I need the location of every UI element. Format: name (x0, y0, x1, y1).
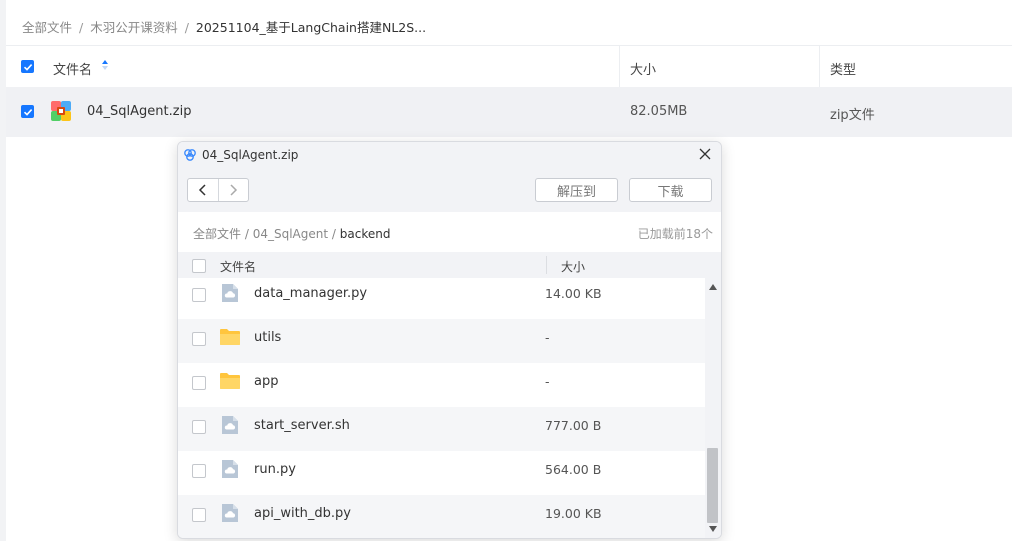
list-item[interactable]: app - (178, 363, 705, 407)
column-header-size[interactable]: 大小 (630, 59, 656, 78)
dialog-file-list: data_manager.py 14.00 KB utils - app - s… (178, 278, 705, 538)
item-name[interactable]: run.py (254, 462, 296, 477)
zip-icon (51, 101, 71, 121)
loaded-count: 已加载前18个 (637, 227, 713, 241)
item-name[interactable]: app (254, 374, 278, 389)
dialog-list-header: 文件名 大小 (178, 252, 721, 278)
folder-icon (220, 329, 240, 345)
check-icon (23, 63, 32, 71)
breadcrumb: 全部文件 / 木羽公开课资料 / 20251104_基于LangChain搭建N… (22, 17, 426, 36)
path-item-all-files[interactable]: 全部文件 (193, 227, 241, 241)
column-header-name[interactable]: 文件名 (53, 59, 92, 78)
item-size: 564.00 B (545, 462, 602, 477)
list-item[interactable]: run.py 564.00 B (178, 451, 705, 495)
select-all-checkbox[interactable] (21, 60, 34, 73)
file-icon (222, 460, 238, 478)
item-checkbox[interactable] (192, 464, 206, 478)
item-name[interactable]: start_server.sh (254, 418, 350, 433)
file-icon (222, 284, 238, 302)
list-item[interactable]: start_server.sh 777.00 B (178, 407, 705, 451)
path-current: backend (339, 227, 391, 241)
path-item-sqlagent[interactable]: 04_SqlAgent (253, 227, 328, 241)
item-size: 14.00 KB (545, 286, 602, 301)
item-checkbox[interactable] (192, 288, 206, 302)
breadcrumb-current: 20251104_基于LangChain搭建NL2S... (195, 20, 427, 35)
breadcrumb-separator: / (79, 20, 84, 35)
column-header-type[interactable]: 类型 (830, 59, 856, 78)
cloud-app-icon (184, 149, 196, 161)
download-button[interactable]: 下载 (629, 178, 712, 202)
dialog-title: 04_SqlAgent.zip (202, 148, 299, 162)
table-row[interactable]: 04_SqlAgent.zip 82.05MB zip文件 (6, 87, 1012, 137)
forward-button[interactable] (217, 179, 249, 201)
column-divider[interactable] (819, 46, 820, 87)
dialog-column-size[interactable]: 大小 (561, 258, 585, 275)
scroll-down-arrow-icon[interactable] (709, 526, 717, 532)
item-size: - (545, 330, 550, 345)
dialog-column-name[interactable]: 文件名 (220, 258, 256, 275)
item-size: - (545, 374, 550, 389)
dialog-select-all-checkbox[interactable] (192, 259, 206, 273)
list-item[interactable]: data_manager.py 14.00 KB (178, 278, 705, 319)
close-icon[interactable] (697, 146, 713, 162)
chevron-right-icon (230, 184, 238, 196)
file-type: zip文件 (830, 108, 875, 123)
check-icon (23, 108, 32, 116)
dialog-scrollbar[interactable] (705, 278, 721, 538)
item-checkbox[interactable] (192, 332, 206, 346)
breadcrumb-separator: / (184, 20, 189, 35)
column-divider[interactable] (546, 256, 547, 274)
file-icon (222, 416, 238, 434)
column-divider[interactable] (619, 46, 620, 87)
nav-button-group (187, 178, 249, 202)
file-size: 82.05MB (630, 104, 688, 119)
item-checkbox[interactable] (192, 508, 206, 522)
extract-to-button[interactable]: 解压到 (535, 178, 618, 202)
path-separator: / (331, 227, 336, 241)
dialog-path-bar: 全部文件 / 04_SqlAgent / backend 已加载前18个 (178, 212, 721, 252)
file-icon (222, 504, 238, 522)
item-name[interactable]: data_manager.py (254, 286, 367, 301)
breadcrumb-item-all-files[interactable]: 全部文件 (22, 20, 72, 35)
dialog-toolbar: 解压到 下载 (178, 168, 721, 212)
item-checkbox[interactable] (192, 376, 206, 390)
sort-icon[interactable] (101, 58, 109, 72)
item-size: 19.00 KB (545, 506, 602, 521)
chevron-left-icon (198, 184, 206, 196)
scroll-up-arrow-icon[interactable] (709, 284, 717, 290)
file-table-header: 文件名 大小 类型 (6, 45, 1012, 88)
scrollbar-thumb[interactable] (707, 448, 718, 523)
zip-preview-dialog: 04_SqlAgent.zip 解压到 下载 全部文件 / 04_SqlAgen… (177, 141, 722, 539)
list-item[interactable]: utils - (178, 319, 705, 363)
row-checkbox[interactable] (21, 105, 34, 118)
item-size: 777.00 B (545, 418, 602, 433)
breadcrumb-item-course-materials[interactable]: 木羽公开课资料 (90, 20, 178, 35)
back-button[interactable] (188, 179, 218, 201)
list-item[interactable]: api_with_db.py 19.00 KB (178, 495, 705, 538)
item-checkbox[interactable] (192, 420, 206, 434)
dialog-titlebar[interactable]: 04_SqlAgent.zip (178, 142, 721, 168)
path-separator: / (244, 227, 249, 241)
item-name[interactable]: utils (254, 330, 281, 345)
dialog-breadcrumb: 全部文件 / 04_SqlAgent / backend (193, 225, 390, 242)
folder-icon (220, 373, 240, 389)
item-name[interactable]: api_with_db.py (254, 506, 351, 521)
file-name[interactable]: 04_SqlAgent.zip (87, 104, 191, 119)
